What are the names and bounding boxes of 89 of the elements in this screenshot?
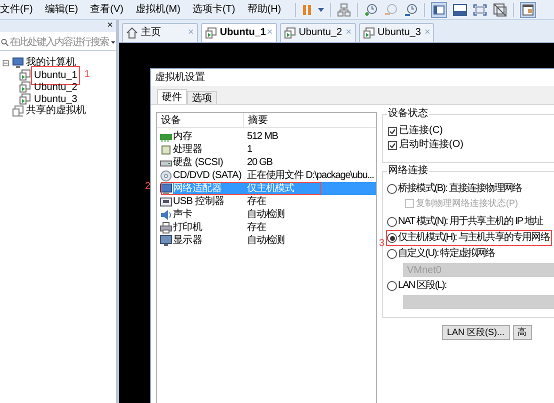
- shared-vm-icon: [12, 105, 24, 117]
- annotation-number: 1: [84, 70, 90, 80]
- monitor-icon: [160, 234, 172, 246]
- vm-icon: [19, 93, 31, 105]
- button[interactable]: LAN 区段(S)...: [442, 325, 510, 340]
- column-header: 设备: [157, 112, 244, 128]
- table-cell[interactable]: 正在使用文件 D:\package\ubu...: [244, 169, 376, 182]
- table-cell[interactable]: USB 控制器: [173, 195, 244, 208]
- radio-label: NAT 模式(N): 用于共享主机的 IP 地址: [398, 217, 543, 227]
- dropdown-arrow-icon[interactable]: [318, 8, 324, 12]
- menu-item[interactable]: 编辑(E): [44, 4, 78, 14]
- full-screen-icon[interactable]: [473, 4, 488, 16]
- tab[interactable]: 选项: [187, 91, 217, 104]
- vm-icon: [19, 69, 31, 81]
- table-cell[interactable]: 硬盘 (SCSI): [173, 156, 244, 169]
- checkbox-label: 启动时连接(O): [399, 140, 464, 150]
- disc-icon: [160, 170, 172, 182]
- home-icon: [126, 27, 138, 39]
- printer-icon: [160, 222, 172, 234]
- radio-button[interactable]: [387, 217, 397, 227]
- radio-label: 自定义(U): 特定虚拟网络: [398, 249, 495, 259]
- computer-icon: [12, 57, 24, 69]
- vm-icon: [19, 81, 31, 93]
- tree-item[interactable]: 我的计算机: [26, 58, 76, 68]
- close-button[interactable]: ×: [107, 21, 113, 31]
- snapshot-manager-icon[interactable]: [404, 2, 418, 16]
- table-cell[interactable]: 内存: [173, 130, 244, 143]
- table-cell[interactable]: 处理器: [173, 143, 244, 156]
- menu-item[interactable]: 选项卡(T): [192, 4, 236, 14]
- radio-label: 仅主机模式(H): 与主机共享的专用网络: [398, 233, 550, 243]
- window-title: 虚拟机设置: [155, 70, 205, 85]
- table-cell[interactable]: 存在: [244, 195, 376, 208]
- thumbnail-view-icon[interactable]: [520, 2, 536, 18]
- radio-button[interactable]: [387, 184, 397, 194]
- radio-button[interactable]: [387, 249, 397, 259]
- speaker-icon: [160, 208, 172, 220]
- dropdown-arrow-icon[interactable]: [110, 41, 115, 44]
- radio-button[interactable]: [387, 281, 397, 291]
- vm-icon: [362, 27, 375, 39]
- collapse-icon[interactable]: ⊟: [2, 58, 10, 68]
- tree-item[interactable]: Ubuntu_2: [33, 82, 78, 92]
- usb-controller-icon: [160, 196, 172, 208]
- menu-item[interactable]: 虚拟机(M): [135, 4, 180, 14]
- table-cell[interactable]: 显示器: [173, 234, 244, 247]
- menu-item[interactable]: 帮助(H): [247, 4, 282, 14]
- table-cell[interactable]: 自动检测: [244, 234, 376, 247]
- tree-item[interactable]: Ubuntu_1: [33, 70, 78, 80]
- table-cell[interactable]: 打印机: [173, 221, 244, 234]
- console-view-icon[interactable]: [453, 4, 468, 16]
- menu-item[interactable]: 查看(V): [90, 4, 124, 14]
- annotation-number: 2: [145, 182, 150, 192]
- sidebar-view-icon[interactable]: [431, 2, 448, 18]
- tab[interactable]: Ubuntu_2 ×: [280, 23, 356, 42]
- network-icon[interactable]: [337, 2, 352, 16]
- snapshot-add-icon[interactable]: [364, 2, 378, 16]
- checkbox-label: 复制物理网络连接状态(P): [416, 198, 518, 208]
- menu-item[interactable]: 文件(F): [0, 4, 33, 14]
- table-cell[interactable]: 存在: [244, 221, 376, 234]
- checkbox[interactable]: [388, 126, 397, 136]
- tree-item[interactable]: Ubuntu_3: [33, 94, 78, 104]
- table-cell[interactable]: 1: [244, 143, 376, 156]
- tree-item[interactable]: 共享的虚拟机: [26, 106, 86, 116]
- table-cell[interactable]: CD/DVD (SATA): [173, 169, 244, 182]
- checkbox[interactable]: [388, 140, 397, 150]
- tab[interactable]: 主页 ×: [122, 23, 198, 42]
- table-cell[interactable]: 20 GB: [244, 156, 376, 169]
- radio-label: 桥接模式(B): 直接连接物理网络: [398, 184, 522, 194]
- button[interactable]: 高: [512, 325, 532, 340]
- group-title: 设备状态: [387, 109, 429, 119]
- radio-button[interactable]: [387, 233, 397, 243]
- annotation-number: 3: [379, 239, 384, 249]
- vm-icon: [284, 27, 296, 39]
- unity-icon[interactable]: [493, 2, 508, 16]
- processor-icon: [160, 144, 172, 156]
- table-cell[interactable]: 声卡: [173, 208, 244, 221]
- checkbox-label: 已连接(C): [399, 126, 443, 136]
- vm-icon: [204, 27, 217, 39]
- tab[interactable]: Ubuntu_3 ×: [358, 23, 434, 42]
- column-header: 摘要: [247, 114, 268, 128]
- tab[interactable]: 硬件: [157, 89, 187, 104]
- search-icon: [1, 38, 9, 47]
- search-field[interactable]: 在此处键入内容进行搜索: [0, 35, 116, 51]
- highlight-box: [31, 66, 80, 84]
- table-cell[interactable]: 自动检测: [244, 208, 376, 221]
- table-cell[interactable]: 512 MB: [244, 130, 376, 143]
- network-adapter-icon: [160, 182, 172, 194]
- radio-label: LAN 区段(L):: [398, 281, 446, 291]
- tab[interactable]: Ubuntu_1×: [200, 23, 277, 42]
- group-title: 网络连接: [387, 166, 429, 176]
